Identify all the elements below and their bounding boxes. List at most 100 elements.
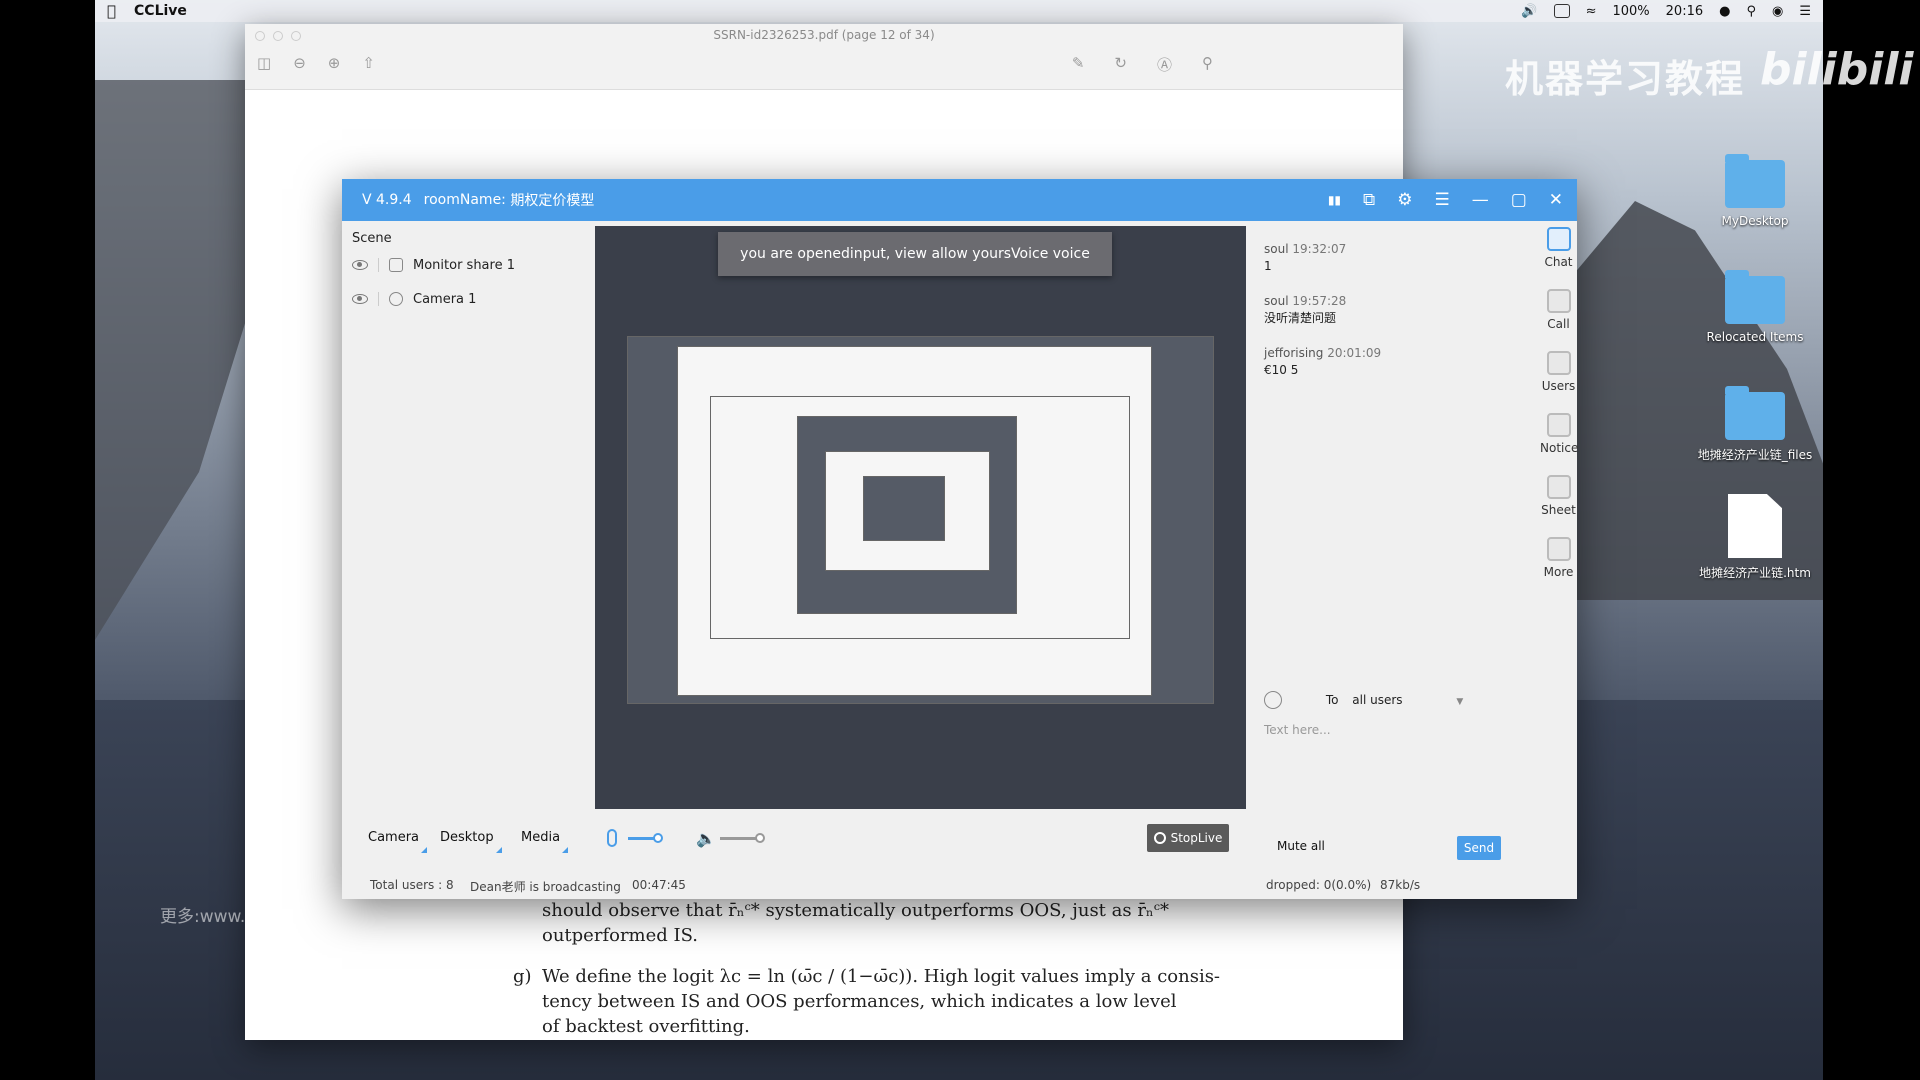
stop-live-label: StopLive <box>1170 831 1223 845</box>
desktop-icon-relocated-items[interactable]: Relocated Items <box>1695 270 1815 344</box>
menu-bar:  CCLive 🔊 ≈ 100% 20:16 ● ⚲ ◉ ☰ <box>95 0 1823 22</box>
sidebar-item-call[interactable]: Call <box>1540 289 1577 331</box>
battery-percent[interactable]: 100% <box>1612 4 1649 19</box>
chevron-down-icon[interactable]: ▼ <box>1456 697 1463 707</box>
desktop-icon-mydesktop[interactable]: MyDesktop <box>1695 154 1815 228</box>
broadcast-status: Dean老师 is broadcasting <box>470 880 621 894</box>
right-sidebar: Chat Call Users Notice Sheet More <box>1540 221 1579 811</box>
chat-time: 20:01:09 <box>1327 346 1382 360</box>
chat-user: jefforising <box>1264 346 1324 360</box>
annotate-icon[interactable]: Ⓐ <box>1157 54 1172 75</box>
notification-center-icon[interactable]: ☰ <box>1799 4 1811 19</box>
zoom-in-icon[interactable]: ⊕ <box>328 54 341 72</box>
desktop-icon-label: MyDesktop <box>1721 214 1789 228</box>
visibility-eye-icon[interactable] <box>352 260 368 270</box>
user-icon[interactable]: ● <box>1719 4 1730 19</box>
search-icon[interactable]: ⚲ <box>1202 54 1213 75</box>
maximize-icon[interactable]: ▢ <box>1511 190 1527 210</box>
scene-panel: Scene Monitor share 1 Camera 1 <box>342 221 592 811</box>
bilibili-logo: bilibili <box>1760 44 1914 95</box>
markup-pen-icon[interactable]: ✎ <box>1072 54 1085 75</box>
sidebar-item-label: Notice <box>1540 441 1579 455</box>
sidebar-item-more[interactable]: More <box>1540 537 1577 579</box>
divider <box>378 258 379 272</box>
pdf-line: We define the logit λc = ln (ω̄c / (1−ω̄… <box>542 966 1221 987</box>
send-button[interactable]: Send <box>1457 836 1501 860</box>
divider <box>378 292 379 306</box>
chat-message: jefforising 20:01:09 €10 5 <box>1264 345 1381 379</box>
elapsed-timer: 00:47:45 <box>632 878 686 892</box>
sidebar-toggle-icon[interactable]: ◫ <box>257 54 271 72</box>
stop-live-button[interactable]: StopLive <box>1147 824 1229 852</box>
folder-icon <box>1725 386 1785 440</box>
popout-icon[interactable]: ⧉ <box>1363 190 1375 210</box>
chat-compose: To all users ▼ Text here... <box>1264 691 1504 737</box>
apple-menu-icon[interactable]:  <box>107 2 116 20</box>
live-preview: you are openedinput, view allow yoursVoi… <box>595 226 1246 809</box>
to-label: To <box>1325 692 1339 707</box>
display-icon[interactable] <box>1553 4 1570 18</box>
scene-item-camera[interactable]: Camera 1 <box>352 285 476 313</box>
desktop-icon-files-folder[interactable]: 地摊经济产业链_files <box>1695 386 1815 463</box>
gear-icon[interactable]: ⚙ <box>1397 190 1412 210</box>
preview-nested-recursion-inner <box>863 476 945 541</box>
menu-clock[interactable]: 20:16 <box>1666 4 1703 19</box>
total-users-count: 8 <box>446 878 454 892</box>
source-tab-media[interactable]: Media <box>521 830 569 853</box>
pdf-titlebar: SSRN-id2326253.pdf (page 12 of 34) ◫ ⊖ ⊕… <box>245 24 1403 90</box>
pdf-line: outperformed IS. <box>542 925 699 946</box>
chat-time: 19:32:07 <box>1292 242 1347 256</box>
recipient-select[interactable]: all users <box>1352 693 1402 707</box>
menu-app-name[interactable]: CCLive <box>134 3 187 19</box>
share-icon[interactable]: ⇧ <box>362 54 375 72</box>
chat-icon <box>1546 227 1571 251</box>
scene-item-label: Monitor share 1 <box>413 257 515 273</box>
source-tab-desktop[interactable]: Desktop <box>440 830 502 853</box>
sidebar-item-sheet[interactable]: Sheet <box>1540 475 1577 517</box>
chat-text: 1 <box>1264 259 1272 273</box>
speaker-volume-slider[interactable] <box>720 833 765 843</box>
zoom-out-icon[interactable]: ⊖ <box>293 54 306 72</box>
visibility-eye-icon[interactable] <box>352 294 368 304</box>
source-tab-camera[interactable]: Camera <box>368 830 428 853</box>
sidebar-item-notice[interactable]: Notice <box>1540 413 1579 455</box>
sidebar-item-label: More <box>1543 565 1574 579</box>
pdf-line: tency between IS and OOS performances, w… <box>542 991 1177 1012</box>
scene-item-monitor-share[interactable]: Monitor share 1 <box>352 251 515 279</box>
volume-icon[interactable]: 🔊 <box>1521 4 1537 19</box>
siri-icon[interactable]: ◉ <box>1772 4 1783 19</box>
emoji-icon[interactable] <box>1264 691 1282 709</box>
spotlight-search-icon[interactable]: ⚲ <box>1746 4 1756 19</box>
close-icon[interactable]: ✕ <box>1549 190 1563 210</box>
dropped-frames: dropped: 0(0.0%) <box>1266 878 1372 892</box>
rotate-icon[interactable]: ↻ <box>1114 54 1127 75</box>
pdf-toolbar-left: ◫ ⊖ ⊕ ⇧ <box>257 54 375 72</box>
minimize-icon[interactable]: — <box>1472 190 1489 210</box>
sidebar-item-users[interactable]: Users <box>1540 351 1577 393</box>
sidebar-item-chat[interactable]: Chat <box>1540 227 1577 269</box>
desktop-icon-label: Relocated Items <box>1706 330 1804 344</box>
document-icon <box>1728 494 1782 558</box>
mute-all-button[interactable]: Mute all <box>1277 839 1325 853</box>
sidebar-item-label: Sheet <box>1541 503 1576 517</box>
menu-icon[interactable]: ☰ <box>1434 190 1449 210</box>
speaker-icon[interactable]: 🔈 <box>696 829 716 848</box>
title-controls: ▮▮ ⧉ ⚙ ☰ — ▢ ✕ <box>1328 190 1577 210</box>
slider-knob[interactable] <box>653 833 663 843</box>
watermark-url: 更多:www.ym8a.cn <box>160 907 319 927</box>
chat-message: soul 19:32:07 1 <box>1264 241 1346 275</box>
wifi-icon[interactable]: ≈ <box>1586 4 1597 19</box>
chat-input[interactable]: Text here... <box>1264 723 1504 737</box>
mic-volume-slider[interactable] <box>628 833 663 843</box>
scene-item-label: Camera 1 <box>413 291 477 307</box>
microphone-icon[interactable] <box>607 829 617 847</box>
folder-icon <box>1725 154 1785 208</box>
room-name-label: roomName: <box>423 192 506 208</box>
chat-text: 没听清楚问题 <box>1264 311 1337 325</box>
voice-notice-banner: you are openedinput, view allow yoursVoi… <box>718 232 1112 276</box>
slider-knob[interactable] <box>755 833 765 843</box>
camera-icon <box>389 292 403 306</box>
desktop-icon-htm-file[interactable]: 地摊经济产业链.htm <box>1695 494 1815 581</box>
cclive-window: V 4.9.4 roomName: 期权定价模型 ▮▮ ⧉ ⚙ ☰ — ▢ ✕ … <box>342 179 1579 899</box>
chat-time: 19:57:28 <box>1292 294 1347 308</box>
